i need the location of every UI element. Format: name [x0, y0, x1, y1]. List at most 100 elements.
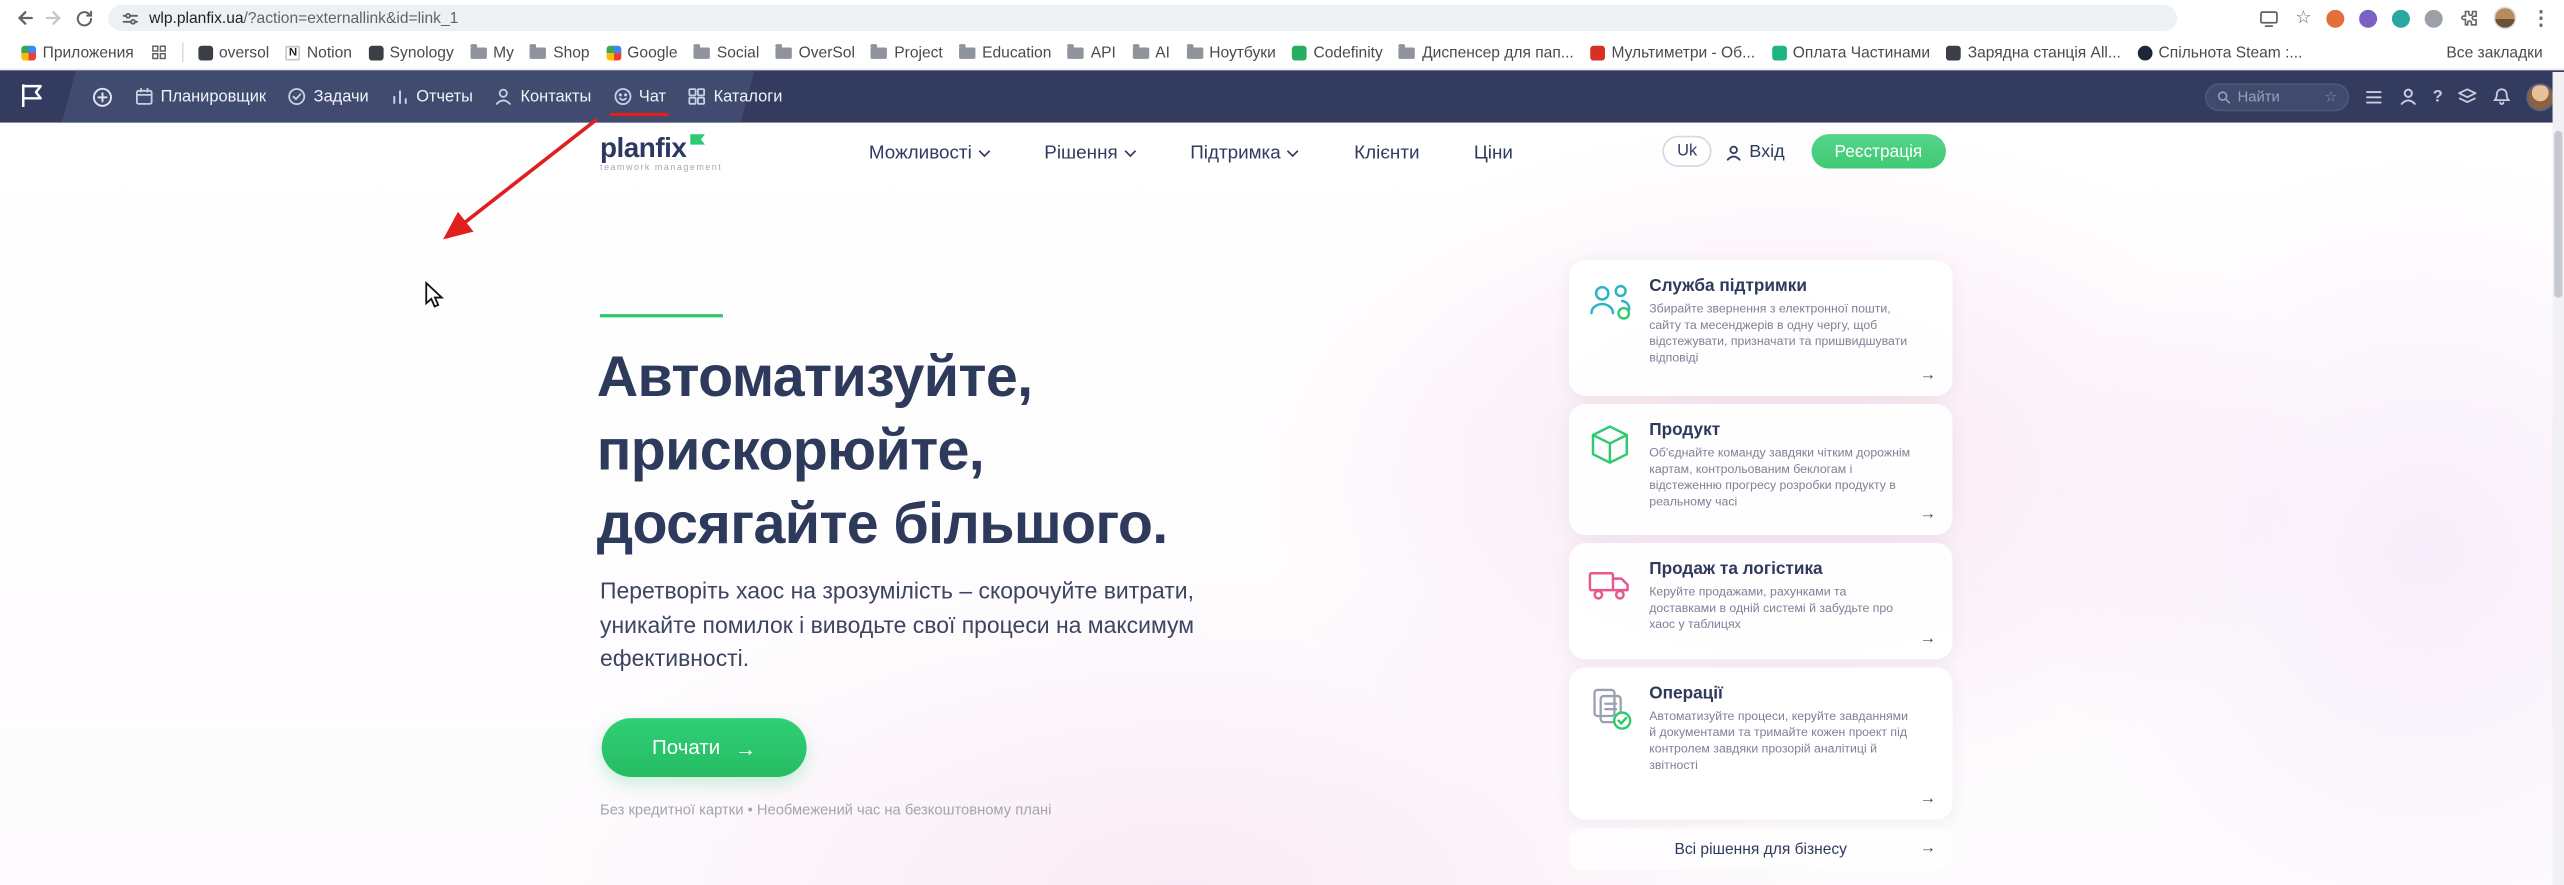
planfix-flag-logo[interactable]	[18, 82, 46, 118]
favicon	[1590, 44, 1605, 60]
bookmark-item[interactable]: Оплата Частинами	[1763, 43, 1938, 61]
hero-title-line2: прискорюйте,	[596, 418, 985, 483]
bookmark-item[interactable]: Зарядна станція All...	[1938, 43, 2129, 61]
url-path: /?action=externallink&id=link_1	[243, 8, 459, 27]
bookmark-item[interactable]: Мультиметри - Об...	[1582, 43, 1763, 61]
bookmark-item[interactable]: Synology	[360, 43, 462, 61]
extension-icon-4[interactable]	[2424, 8, 2443, 27]
folder-icon	[693, 44, 711, 59]
browser-menu-icon[interactable]: ⋮	[2531, 8, 2551, 28]
card-sales-logistics[interactable]: Продаж та логістика Керуйте продажами, р…	[1568, 543, 1953, 660]
bookmark-item[interactable]: N Notion	[277, 43, 360, 61]
hero-title-line1: Автоматизуйте,	[596, 345, 1033, 409]
bookmark-star-icon[interactable]: ☆	[2295, 8, 2311, 27]
reload-icon	[75, 9, 92, 26]
bookmark-folder[interactable]: Google	[598, 43, 686, 61]
plus-circle-icon	[92, 87, 112, 107]
card-operations[interactable]: Операції Автоматизуйте процеси, керуйте …	[1568, 667, 1953, 820]
folder-icon	[1399, 44, 1416, 59]
bookmark-folder[interactable]: OverSol	[767, 43, 863, 61]
apps-grid-icon	[21, 44, 37, 60]
bookmark-folder[interactable]: Social	[686, 43, 768, 61]
favicon	[1292, 44, 1307, 60]
bookmark-folder[interactable]: Shop	[522, 43, 598, 61]
login-button[interactable]: Вхід	[1725, 142, 1785, 162]
planfix-topbar: Планировщик Задачи Отчеты Контакты Чат К…	[0, 70, 2564, 123]
add-button[interactable]	[92, 86, 113, 107]
bookmark-folder[interactable]: Ноутбуки	[1178, 43, 1284, 61]
bookmark-folder[interactable]: API	[1060, 43, 1124, 61]
bookmarks-grid-button[interactable]	[142, 44, 175, 60]
sales-icon	[1588, 572, 1629, 600]
hero-title: Автоматизуйте, прискорюйте, досягайте бі…	[597, 340, 1168, 561]
bookmarks-bar: Приложения oversol N Notion Synology My S…	[0, 35, 2564, 71]
site-logo[interactable]: planfix teamwork management	[600, 134, 722, 173]
user-icon[interactable]	[2398, 87, 2418, 107]
nav-item-reports[interactable]: Отчеты	[390, 87, 473, 107]
share-icon[interactable]	[2258, 7, 2281, 28]
scrollbar-thumb[interactable]	[2554, 130, 2563, 298]
card-product[interactable]: Продукт Об'єднайте команду завдяки чітки…	[1568, 404, 1953, 535]
planfix-website: planfix teamwork management Можливості Р…	[0, 122, 2564, 885]
bookmark-folder[interactable]: My	[462, 43, 522, 61]
url-text: wlp.planfix.ua/?action=externallink&id=l…	[149, 9, 458, 27]
screen: wlp.planfix.ua/?action=externallink&id=l…	[0, 0, 2564, 885]
nav-item-catalogs[interactable]: Каталоги	[687, 87, 782, 107]
site-nav-solutions[interactable]: Рішення	[1044, 144, 1136, 164]
forward-button[interactable]	[39, 3, 69, 32]
arrow-right-icon: →	[1919, 366, 1937, 385]
nav-item-chat[interactable]: Чат	[609, 87, 669, 117]
card-text: Об'єднайте команду завдяки чітким дорожн…	[1649, 444, 1911, 509]
all-bookmarks-button[interactable]: Все закладки	[2438, 43, 2551, 61]
language-selector[interactable]: Uk	[1662, 135, 1712, 167]
extension-icon-2[interactable]	[2359, 8, 2378, 27]
back-icon	[17, 11, 33, 25]
bookmark-item[interactable]: Codefinity	[1284, 43, 1391, 61]
scrollbar[interactable]	[2552, 71, 2564, 885]
search-star-icon[interactable]: ☆	[2324, 88, 2337, 104]
extension-icon-1[interactable]	[2326, 8, 2345, 27]
favicon	[368, 44, 384, 60]
nav-item-planner[interactable]: Планировщик	[134, 87, 266, 107]
bookmark-item-apps[interactable]: Приложения	[13, 43, 142, 61]
bookmark-folder[interactable]: Диспенсер для пап...	[1391, 43, 1582, 61]
reload-button[interactable]	[69, 3, 99, 32]
bookmark-folder[interactable]: Project	[863, 43, 951, 61]
url-domain: wlp.planfix.ua	[149, 8, 244, 27]
bookmark-item[interactable]: oversol	[190, 43, 278, 61]
address-bar[interactable]: wlp.planfix.ua/?action=externallink&id=l…	[108, 4, 2178, 32]
planfix-search-input[interactable]: Найти ☆	[2204, 82, 2350, 111]
chevron-down-icon	[1287, 145, 1299, 158]
product-icon	[1591, 425, 1629, 464]
bookmark-folder[interactable]: AI	[1124, 43, 1178, 61]
bell-icon[interactable]	[2492, 87, 2512, 107]
hero-note: Без кредитної картки • Необмежений час н…	[600, 801, 1052, 818]
hero-subtitle: Перетворіть хаос на зрозумілість – скоро…	[600, 577, 1194, 671]
all-solutions-button[interactable]: Всі рішення для бізнесу →	[1568, 827, 1953, 871]
back-button[interactable]	[10, 3, 40, 32]
start-button[interactable]: Почати →	[601, 718, 807, 778]
extension-icon-3[interactable]	[2391, 8, 2410, 27]
site-nav-pricing[interactable]: Ціни	[1474, 144, 1513, 164]
chevron-down-icon	[978, 145, 990, 158]
site-nav-support[interactable]: Підтримка	[1190, 144, 1299, 164]
hero-title-line3: досягайте більшого.	[596, 492, 1168, 557]
site-nav-clients[interactable]: Клієнти	[1354, 144, 1419, 164]
bookmark-folder[interactable]: Education	[951, 43, 1060, 61]
arrow-right-icon: →	[1919, 629, 1937, 648]
browser-profile-avatar[interactable]	[2493, 6, 2517, 30]
help-icon[interactable]: ?	[2433, 88, 2443, 106]
nav-item-contacts[interactable]: Контакты	[494, 87, 591, 107]
folder-icon	[1186, 44, 1203, 59]
layers-icon[interactable]	[2457, 87, 2477, 107]
bookmark-item[interactable]: Спільнота Steam :...	[2129, 43, 2311, 61]
nav-item-tasks[interactable]: Задачи	[287, 87, 369, 107]
folder-icon	[1067, 44, 1085, 59]
extensions-puzzle-icon[interactable]	[2457, 7, 2478, 28]
menu-icon[interactable]	[2364, 88, 2384, 106]
site-nav-features[interactable]: Можливості	[869, 144, 990, 164]
support-icon	[1590, 284, 1631, 320]
user-avatar[interactable]	[2526, 82, 2555, 111]
signup-button[interactable]: Реєстрація	[1811, 134, 1946, 169]
card-support[interactable]: Служба підтримки Збирайте звернення з ел…	[1568, 260, 1953, 396]
